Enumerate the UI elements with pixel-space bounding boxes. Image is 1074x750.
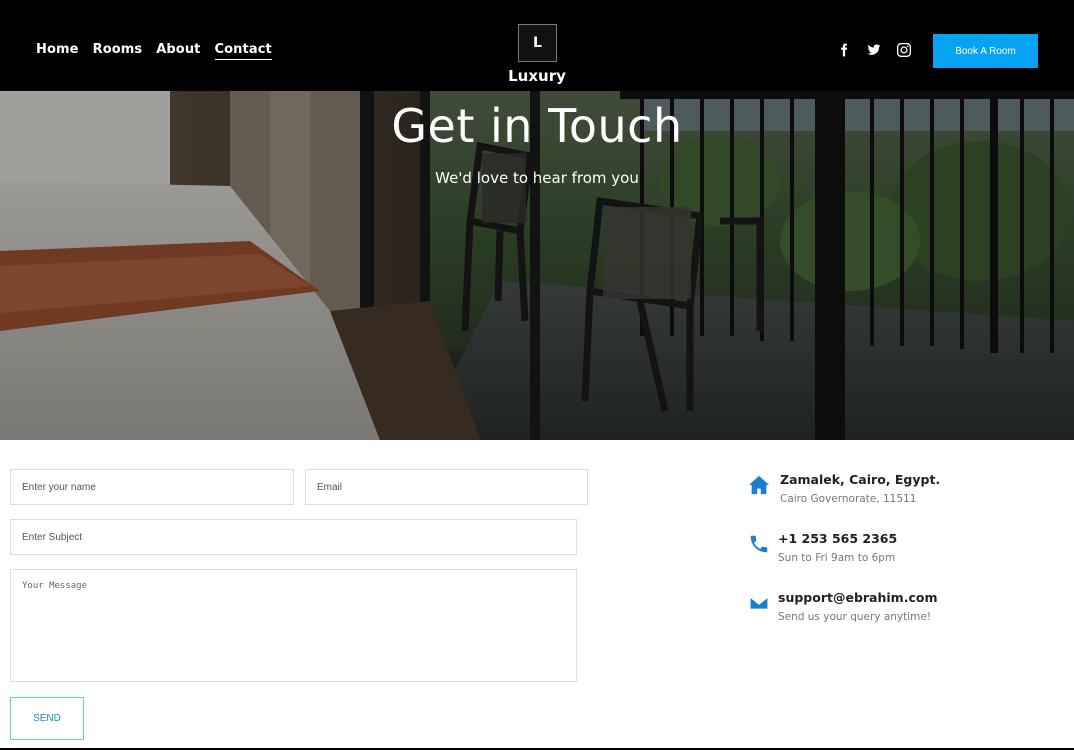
email-input[interactable] [305,469,588,505]
home-icon [748,474,770,496]
logo-name[interactable]: Luxury [0,67,1074,85]
address-sub: Cairo Governorate, 11511 [780,493,917,505]
email-sub: Send us your query anytime! [778,611,932,623]
nav-contact[interactable]: Contact [214,42,272,60]
logo-mark[interactable]: L [518,24,557,62]
message-textarea[interactable] [10,569,577,682]
nav-rooms[interactable]: Rooms [93,42,143,60]
main-nav: Home Rooms About Contact [36,42,272,60]
address-title: Zamalek, Cairo, Egypt. [780,472,941,487]
phone-title[interactable]: +1 253 565 2365 [778,531,897,546]
mail-icon [748,592,770,614]
phone-sub: Sun to Fri 9am to 6pm [778,552,896,564]
nav-home[interactable]: Home [36,42,79,60]
site-header: Home Rooms About Contact L Luxury Book A… [0,0,1074,91]
phone-icon [748,533,770,555]
nav-about[interactable]: About [156,42,200,60]
email-title[interactable]: support@ebrahim.com [778,590,937,605]
name-input[interactable] [10,469,294,505]
instagram-icon[interactable] [896,42,912,58]
twitter-icon[interactable] [866,42,882,58]
social-links [836,42,912,58]
book-room-button[interactable]: Book A Room [933,34,1038,68]
hero-subtitle: We'd love to hear from you [435,169,639,187]
subject-input[interactable] [10,519,577,555]
hero-banner: Get in Touch We'd love to hear from you [0,91,1074,440]
send-button[interactable]: SEND [10,697,84,740]
hero-title: Get in Touch [391,99,683,153]
facebook-icon[interactable] [836,42,852,58]
